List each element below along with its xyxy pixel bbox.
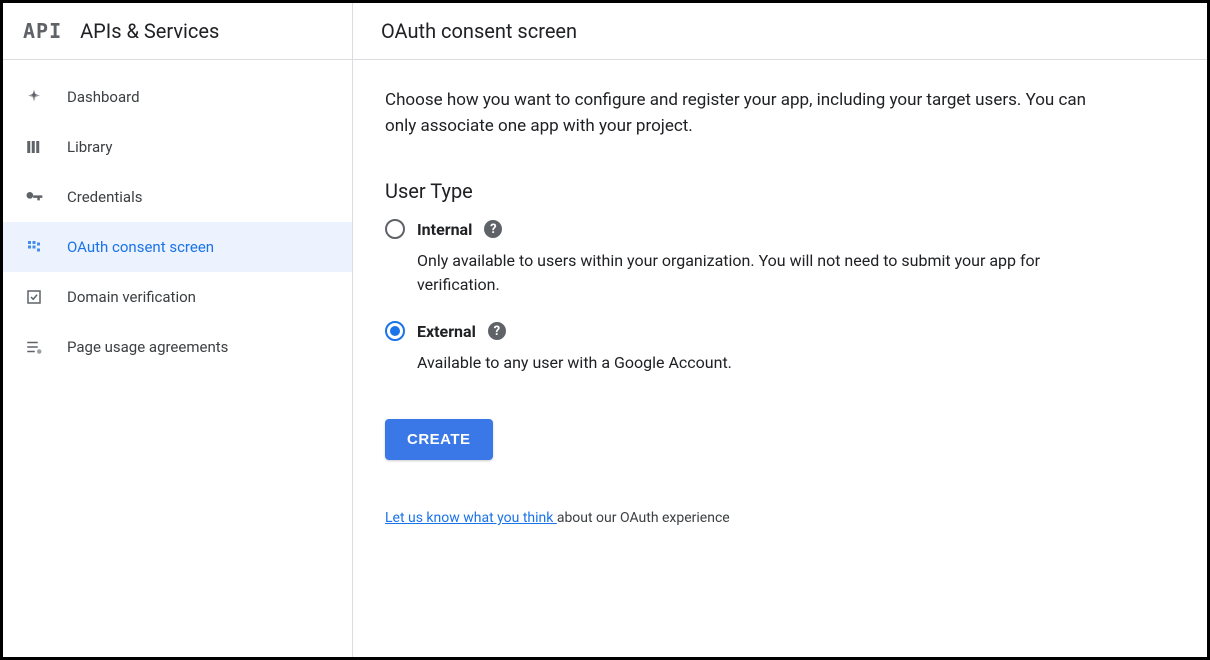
sidebar-item-domain-verification[interactable]: Domain verification (3, 272, 352, 322)
sidebar-item-label: OAuth consent screen (67, 238, 214, 256)
feedback-link[interactable]: Let us know what you think (385, 510, 557, 526)
sidebar-item-label: Dashboard (67, 88, 140, 106)
library-icon (23, 136, 45, 158)
page-header: OAuth consent screen (353, 3, 1207, 59)
consent-icon (23, 236, 45, 258)
sidebar-item-label: Page usage agreements (67, 338, 228, 356)
radio-desc-external: Available to any user with a Google Acco… (417, 351, 1077, 375)
app-window: API APIs & Services OAuth consent screen… (0, 0, 1210, 660)
api-logo-icon: API (23, 19, 62, 43)
sidebar-item-dashboard[interactable]: Dashboard (3, 72, 352, 122)
radio-desc-internal: Only available to users within your orga… (417, 249, 1077, 297)
radio-external[interactable] (385, 321, 405, 341)
sidebar-item-label: Domain verification (67, 288, 196, 306)
radio-option-internal[interactable]: Internal ? (385, 219, 1175, 239)
settings-list-icon (23, 336, 45, 358)
help-icon[interactable]: ? (488, 322, 506, 340)
check-square-icon (23, 286, 45, 308)
sidebar-header: API APIs & Services (3, 3, 353, 59)
top-bar: API APIs & Services OAuth consent screen (3, 3, 1207, 60)
page-title: OAuth consent screen (381, 19, 577, 43)
sidebar: Dashboard Library Credentials OAuth cons… (3, 60, 353, 657)
radio-label-internal: Internal (417, 220, 472, 239)
sidebar-item-label: Credentials (67, 188, 142, 206)
main-content: Choose how you want to configure and reg… (353, 60, 1207, 657)
intro-text: Choose how you want to configure and reg… (385, 88, 1105, 139)
sidebar-item-oauth-consent[interactable]: OAuth consent screen (3, 222, 352, 272)
dashboard-icon (23, 86, 45, 108)
feedback-suffix: about our OAuth experience (557, 510, 730, 526)
radio-option-external[interactable]: External ? (385, 321, 1175, 341)
sidebar-item-credentials[interactable]: Credentials (3, 172, 352, 222)
feedback-row: Let us know what you think about our OAu… (385, 510, 1175, 526)
help-icon[interactable]: ? (484, 220, 502, 238)
section-title: APIs & Services (80, 19, 219, 43)
body: Dashboard Library Credentials OAuth cons… (3, 60, 1207, 657)
key-icon (23, 186, 45, 208)
radio-label-external: External (417, 322, 476, 341)
sidebar-item-library[interactable]: Library (3, 122, 352, 172)
sidebar-item-page-usage-agreements[interactable]: Page usage agreements (3, 322, 352, 372)
user-type-heading: User Type (385, 179, 1175, 203)
radio-internal[interactable] (385, 219, 405, 239)
sidebar-item-label: Library (67, 138, 112, 156)
create-button[interactable]: CREATE (385, 419, 493, 460)
